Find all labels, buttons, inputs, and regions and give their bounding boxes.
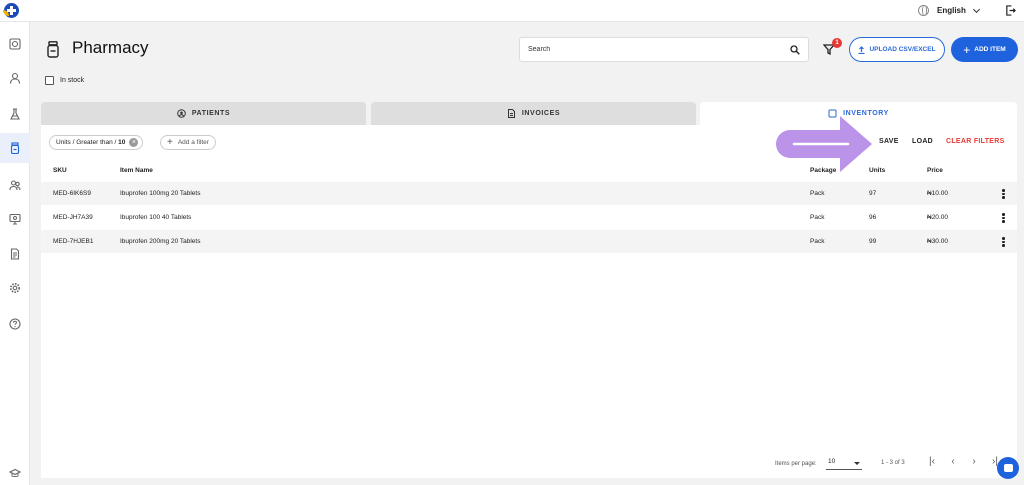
annotation-arrow-icon — [776, 116, 872, 172]
column-header-package[interactable]: Package — [810, 167, 836, 174]
sidebar-item-staff[interactable] — [0, 170, 30, 200]
gear-icon — [10, 283, 20, 293]
sidebar-item-dashboard[interactable] — [0, 29, 30, 59]
row-menu-icon[interactable] — [1002, 213, 1005, 223]
pharmacy-icon — [10, 142, 20, 154]
filter-count-badge: 1 — [832, 38, 842, 48]
upload-csv-button[interactable]: UPLOAD CSV/EXCEL — [849, 37, 945, 62]
next-page-icon[interactable]: › — [968, 456, 980, 468]
dashboard-icon — [9, 38, 21, 50]
upload-label: UPLOAD CSV/EXCEL — [869, 46, 936, 53]
add-filter-button[interactable]: + Add a filter — [160, 135, 216, 150]
plus-icon: + — [167, 136, 173, 148]
sku-cell: MED-6IK6S9 — [53, 190, 91, 197]
units-cell: 97 — [869, 190, 877, 197]
graduation-cap-icon — [9, 468, 21, 478]
items-per-page-value: 10 — [828, 458, 836, 465]
sidebar-item-lab[interactable] — [0, 99, 30, 129]
items-per-page-label: Items per page: — [775, 461, 817, 467]
sku-cell: MED-JH7A39 — [53, 214, 93, 221]
inventory-panel — [41, 125, 1017, 478]
items-per-page-select[interactable]: 10 — [826, 458, 862, 470]
plus-icon: + — [963, 42, 971, 57]
chat-support-button[interactable] — [997, 457, 1019, 479]
pagination-range: 1 - 3 of 3 — [881, 460, 905, 466]
chevron-down-icon — [972, 5, 980, 13]
sku-cell: MED-7HJEB1 — [53, 238, 94, 245]
row-menu-icon[interactable] — [1002, 237, 1005, 247]
dropdown-arrow-icon — [854, 462, 860, 465]
sidebar-item-help[interactable] — [0, 309, 30, 339]
row-menu-icon[interactable] — [1002, 189, 1005, 199]
language-label: English — [937, 6, 966, 15]
price-cell: ₦30.00 — [927, 238, 948, 245]
sidebar-item-monitor[interactable] — [0, 204, 30, 234]
globe-icon — [918, 5, 929, 16]
monitor-icon — [9, 213, 21, 225]
clear-filters-button[interactable]: CLEAR FILTERS — [946, 138, 1005, 145]
tab-invoices-label: INVOICES — [521, 110, 561, 117]
column-header-sku[interactable]: SKU — [53, 167, 67, 174]
item-name-cell: Ibuprofen 100mg 20 Tablets — [120, 190, 201, 197]
in-stock-checkbox[interactable] — [45, 76, 54, 85]
lab-icon — [10, 108, 20, 120]
in-stock-filter[interactable]: In stock — [45, 76, 84, 85]
package-cell: Pack — [810, 214, 825, 221]
invoice-icon — [507, 109, 515, 118]
column-header-units[interactable]: Units — [869, 167, 885, 174]
top-bar: English — [0, 0, 1024, 22]
item-name-cell: Ibuprofen 200mg 20 Tablets — [120, 238, 201, 245]
price-cell: ₦20.00 — [927, 214, 948, 221]
staff-icon — [9, 180, 21, 191]
search-icon[interactable] — [790, 44, 800, 55]
table-row[interactable]: MED-JH7A39 Ibuprofen 100 40 Tablets Pack… — [41, 206, 1017, 229]
sidebar-item-academy[interactable] — [0, 458, 30, 485]
price-cell: ₦10.00 — [927, 190, 948, 197]
in-stock-label: In stock — [60, 77, 85, 84]
package-cell: Pack — [810, 238, 825, 245]
sidebar-item-pharmacy[interactable] — [0, 133, 30, 163]
language-selector[interactable]: English — [918, 4, 980, 17]
units-cell: 99 — [869, 238, 877, 245]
units-cell: 96 — [869, 214, 877, 221]
tab-invoices[interactable]: INVOICES — [371, 102, 696, 125]
remove-filter-icon[interactable]: × — [129, 138, 139, 147]
load-filter-button[interactable]: LOAD — [912, 138, 933, 145]
add-item-button[interactable]: + ADD ITEM — [951, 37, 1018, 62]
sidebar-item-patients[interactable] — [0, 63, 30, 93]
sidebar-item-documents[interactable] — [0, 239, 30, 269]
package-cell: Pack — [810, 190, 825, 197]
chat-icon — [1003, 464, 1013, 472]
add-item-label: ADD ITEM — [974, 46, 1006, 53]
logout-icon[interactable] — [1005, 5, 1016, 16]
page-title: Pharmacy — [72, 38, 149, 57]
pharmacy-bottle-icon — [47, 41, 59, 58]
first-page-icon[interactable]: |‹ — [926, 456, 938, 468]
sidebar — [0, 22, 30, 485]
patient-icon — [177, 109, 186, 118]
filter-chip-units[interactable]: Units / Greater than / 10 × — [49, 135, 144, 150]
tab-patients-label: PATIENTS — [191, 110, 231, 117]
add-filter-label: Add a filter — [177, 139, 209, 146]
document-icon — [10, 248, 20, 260]
tab-patients[interactable]: PATIENTS — [41, 102, 366, 125]
sidebar-item-settings[interactable] — [0, 273, 30, 303]
table-row[interactable]: MED-7HJEB1 Ibuprofen 200mg 20 Tablets Pa… — [41, 230, 1017, 253]
upload-icon — [858, 45, 865, 54]
search-box[interactable] — [519, 37, 809, 62]
filter-chip-label: Units / Greater than / 10 — [56, 139, 126, 146]
app-logo[interactable] — [3, 3, 19, 18]
user-icon — [9, 72, 21, 84]
table-row[interactable]: MED-6IK6S9 Ibuprofen 100mg 20 Tablets Pa… — [41, 182, 1017, 205]
help-icon — [9, 318, 21, 330]
column-header-item-name[interactable]: Item Name — [120, 167, 153, 174]
column-header-price[interactable]: Price — [927, 167, 943, 174]
previous-page-icon[interactable]: ‹ — [947, 456, 959, 468]
search-input[interactable] — [528, 46, 790, 53]
item-name-cell: Ibuprofen 100 40 Tablets — [120, 214, 192, 221]
